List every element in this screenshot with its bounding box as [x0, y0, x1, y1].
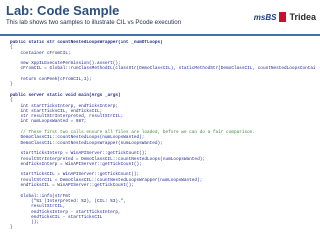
- slide-title: Lab: Code Sample: [6, 3, 120, 18]
- tridea-logo-mark-icon: [279, 12, 287, 22]
- code-line: }: [10, 225, 13, 231]
- code-line: cFromCIL = Global::runClassMethodIL(clas…: [20, 66, 315, 72]
- msbs-logo: msBS: [253, 12, 277, 22]
- tridea-logo: Tridea: [289, 12, 316, 22]
- logo-group: msBS Tridea: [254, 10, 316, 24]
- slide-header: Lab: Code Sample This lab shows two samp…: [0, 0, 320, 36]
- header-divider: [0, 34, 320, 36]
- code-sample: public static str countNestedLoopsWrappe…: [10, 40, 315, 235]
- slide-subtitle: This lab shows two samples to illustrate…: [6, 19, 182, 26]
